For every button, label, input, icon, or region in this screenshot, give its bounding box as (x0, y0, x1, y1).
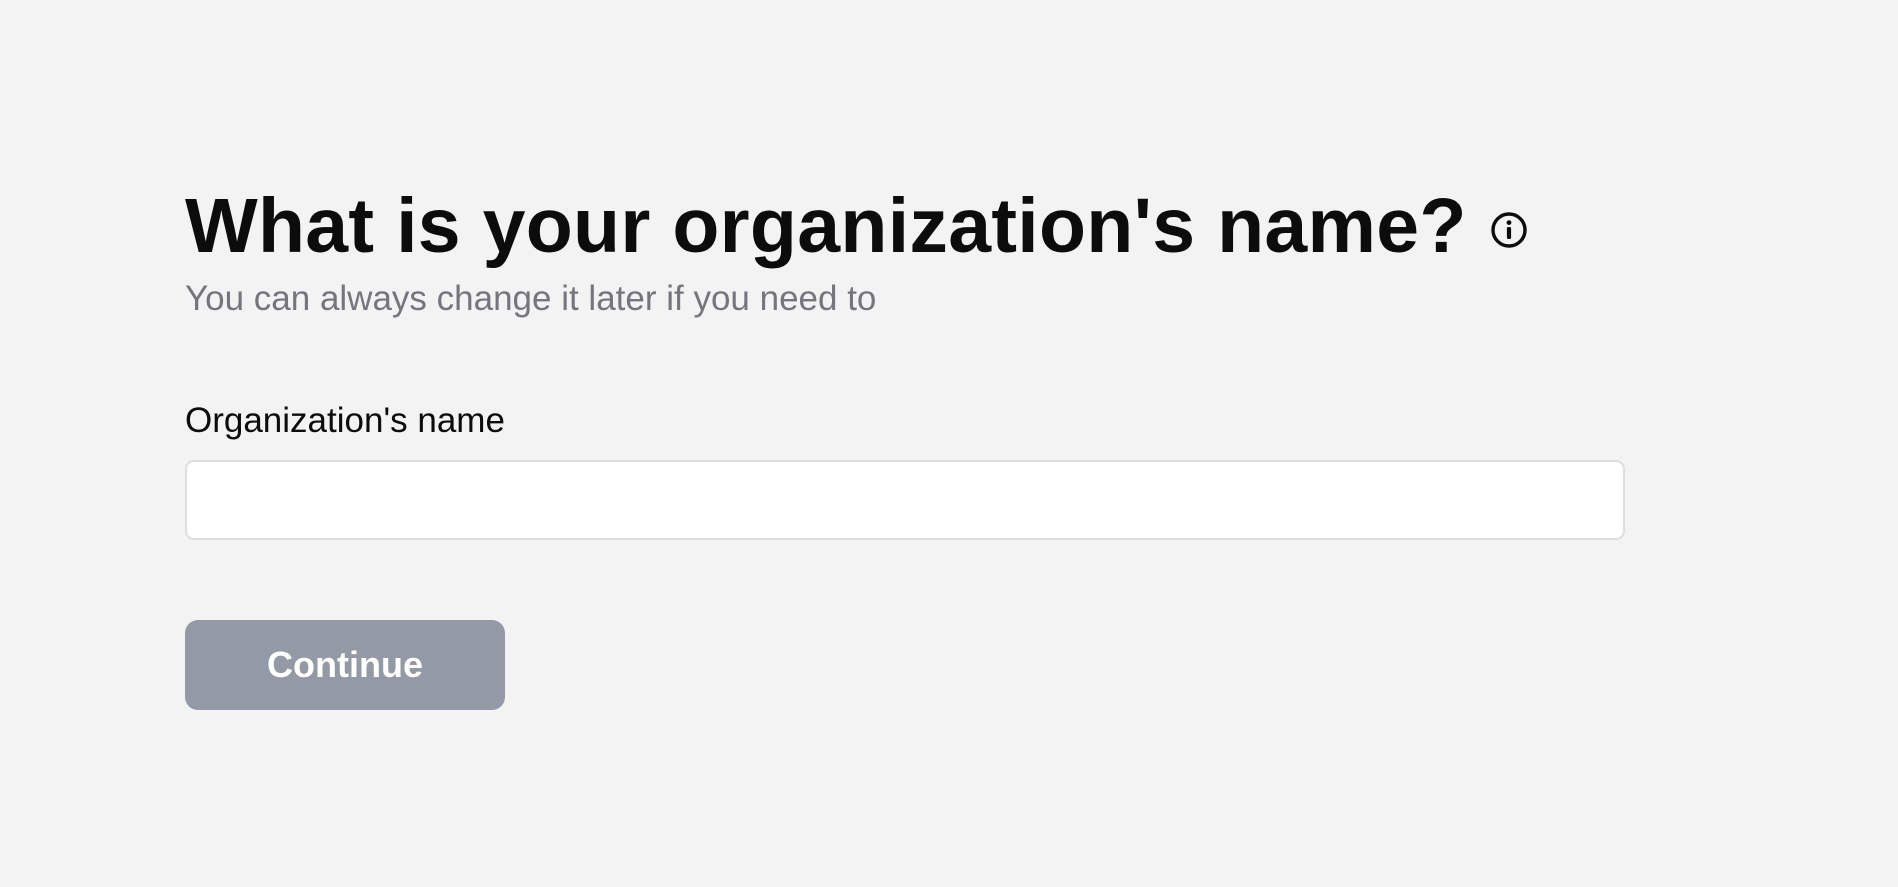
info-icon[interactable] (1489, 210, 1529, 250)
continue-button[interactable]: Continue (185, 620, 505, 710)
page-title: What is your organization's name? (185, 183, 1467, 269)
page-subtitle: You can always change it later if you ne… (185, 279, 877, 318)
org-name-label: Organization's name (185, 401, 505, 440)
title-row: What is your organization's name? (185, 178, 1625, 274)
org-name-input[interactable] (185, 460, 1625, 540)
info-circle-icon-graphic (1491, 212, 1527, 248)
organization-name-page: What is your organization's name? You ca… (185, 178, 1625, 710)
